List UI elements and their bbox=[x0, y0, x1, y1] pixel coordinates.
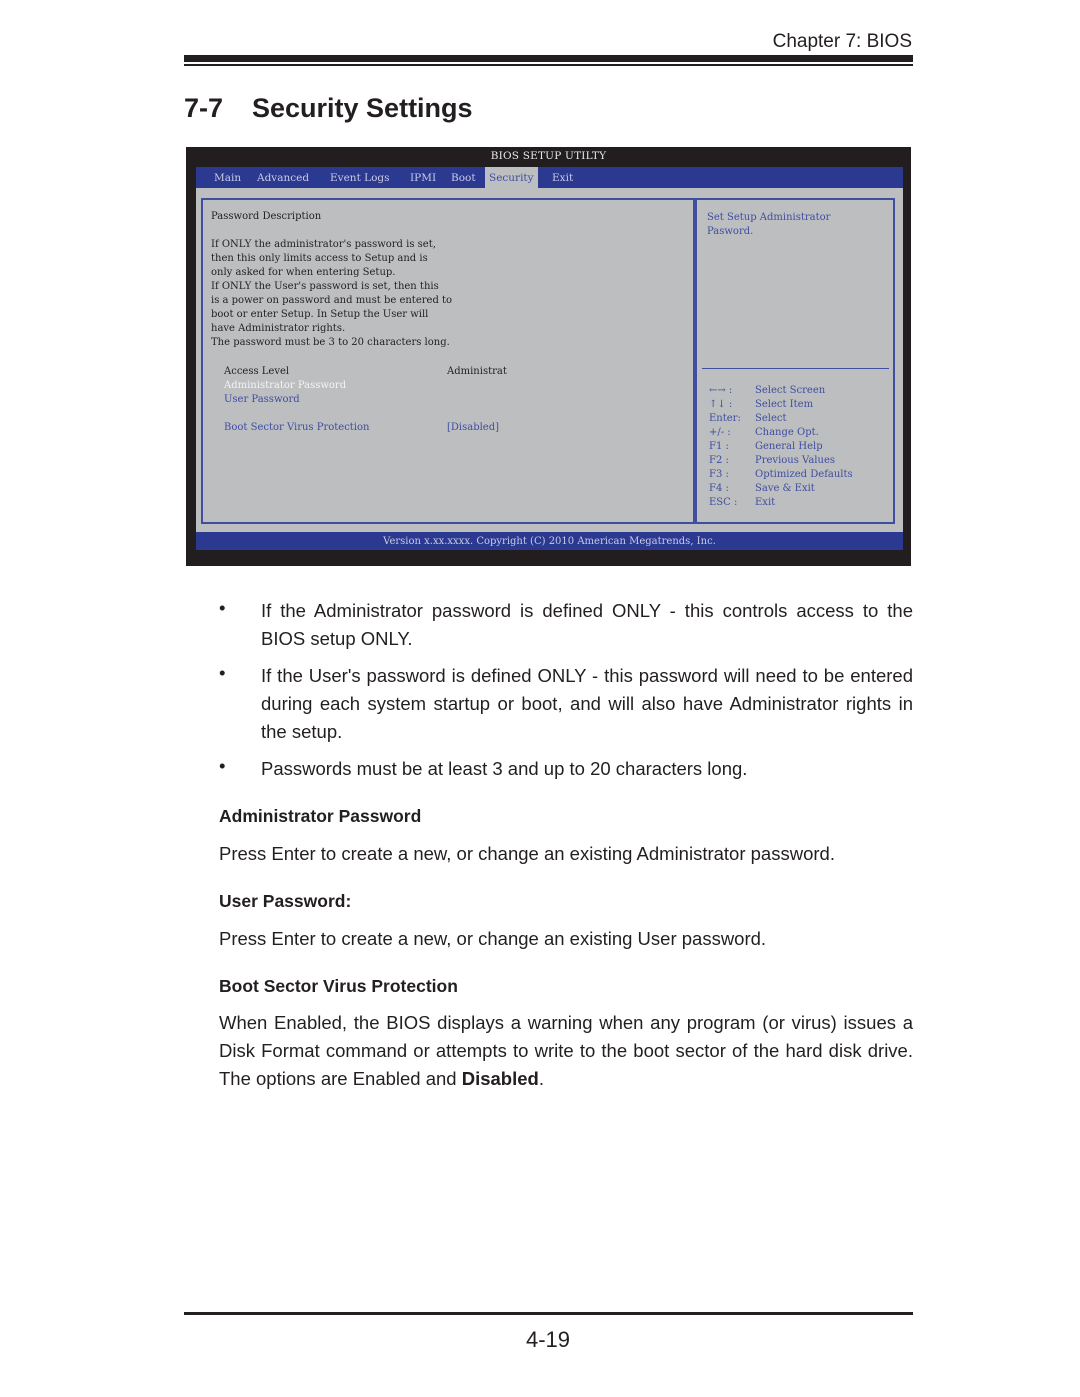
description-line: is a power on password and must be enter… bbox=[211, 295, 453, 306]
key-esc: ESC : bbox=[709, 497, 738, 508]
bullet-text: If the User's password is defined ONLY -… bbox=[261, 665, 913, 742]
page-number: 4-19 bbox=[525, 1327, 571, 1352]
key-action: Change Opt. bbox=[755, 427, 819, 438]
administrator-password-heading: Administrator Password bbox=[219, 806, 422, 826]
administrator-password-item[interactable]: Administrator Password bbox=[224, 380, 346, 391]
header-rule-thin bbox=[184, 64, 913, 66]
key-arrows-lr: ←→ : bbox=[709, 385, 733, 396]
boot-sector-text-body: When Enabled, the BIOS displays a warnin… bbox=[219, 1012, 913, 1089]
key-action: Select Item bbox=[755, 399, 814, 410]
description-line: If ONLY the administrator's password is … bbox=[211, 239, 436, 250]
key-plus-minus: +/- : bbox=[709, 427, 731, 438]
bullet-icon: • bbox=[219, 662, 226, 683]
bullet-icon: • bbox=[219, 597, 226, 618]
tab-security[interactable]: Security bbox=[485, 167, 538, 188]
key-f4: F4 : bbox=[709, 483, 729, 494]
tab-boot[interactable]: Boot bbox=[447, 167, 480, 188]
section-number: 7-7 bbox=[184, 93, 224, 123]
bios-body: Password Description If ONLY the adminis… bbox=[196, 188, 903, 532]
key-action: Select Screen bbox=[755, 385, 826, 396]
boot-sector-text-end: . bbox=[538, 1068, 544, 1089]
key-enter: Enter: bbox=[709, 413, 741, 424]
key-f2: F2 : bbox=[709, 455, 729, 466]
administrator-password-text: Press Enter to create a new, or change a… bbox=[219, 843, 835, 864]
bullet-text: Passwords must be at least 3 and up to 2… bbox=[261, 758, 748, 779]
help-pane: Set Setup Administrator Pasword. ←→ : Se… bbox=[695, 198, 895, 524]
tab-main[interactable]: Main bbox=[210, 167, 245, 188]
bullet-icon: • bbox=[219, 755, 226, 776]
access-level-label: Access Level bbox=[224, 366, 290, 377]
bios-title: BIOS SETUP UTILTY bbox=[490, 150, 607, 162]
bios-footer: Version x.xx.xxxx. Copyright (C) 2010 Am… bbox=[196, 532, 903, 550]
boot-sector-virus-protection-heading: Boot Sector Virus Protection bbox=[219, 976, 458, 996]
key-action: Save & Exit bbox=[755, 483, 815, 494]
tab-exit[interactable]: Exit bbox=[548, 167, 577, 188]
header-rule-thick bbox=[184, 55, 913, 62]
help-text-line: Set Setup Administrator bbox=[707, 212, 831, 223]
description-line: If ONLY the User's password is set, then… bbox=[211, 281, 439, 292]
key-arrows-ud: ↑↓ : bbox=[709, 399, 733, 410]
key-action: Optimized Defaults bbox=[755, 469, 853, 480]
bullet-text: If the Administrator password is defined… bbox=[261, 600, 913, 649]
boot-sector-virus-protection-value[interactable]: [Disabled] bbox=[447, 422, 499, 433]
key-f3: F3 : bbox=[709, 469, 729, 480]
tab-event-logs[interactable]: Event Logs bbox=[326, 167, 394, 188]
description-line: only asked for when entering Setup. bbox=[211, 267, 396, 278]
description-line: then this only limits access to Setup an… bbox=[211, 253, 428, 264]
footer-rule bbox=[184, 1312, 913, 1315]
user-password-text: Press Enter to create a new, or change a… bbox=[219, 928, 767, 949]
access-level-value: Administrat bbox=[447, 366, 507, 377]
key-action: Exit bbox=[755, 497, 776, 508]
bios-screen: BIOS SETUP UTILTY Main Advanced Event Lo… bbox=[186, 147, 911, 566]
password-description-heading: Password Description bbox=[211, 211, 322, 222]
boot-sector-virus-protection-item[interactable]: Boot Sector Virus Protection bbox=[224, 422, 369, 433]
section-title-text: Security Settings bbox=[252, 93, 473, 123]
tab-ipmi[interactable]: IPMI bbox=[406, 167, 440, 188]
bios-menubar: Main Advanced Event Logs IPMI Boot Secur… bbox=[196, 167, 903, 188]
chapter-label: Chapter 7: BIOS bbox=[772, 31, 912, 52]
boot-sector-virus-protection-text: When Enabled, the BIOS displays a warnin… bbox=[219, 1009, 913, 1093]
description-line: boot or enter Setup. In Setup the User w… bbox=[211, 309, 429, 320]
section-title: 7-7 Security Settings bbox=[184, 93, 473, 124]
key-f1: F1 : bbox=[709, 441, 729, 452]
user-password-item[interactable]: User Password bbox=[224, 394, 300, 405]
disabled-default-emphasis: Disabled bbox=[461, 1068, 539, 1089]
settings-pane: Password Description If ONLY the adminis… bbox=[201, 198, 695, 524]
description-line: The password must be 3 to 20 characters … bbox=[211, 337, 450, 348]
key-action: Previous Values bbox=[755, 455, 835, 466]
user-password-heading: User Password: bbox=[219, 891, 352, 911]
key-action: Select bbox=[755, 413, 787, 424]
tab-advanced[interactable]: Advanced bbox=[253, 167, 313, 188]
description-line: have Administrator rights. bbox=[211, 323, 346, 334]
help-separator bbox=[702, 368, 889, 369]
key-action: General Help bbox=[755, 441, 823, 452]
help-text-line: Pasword. bbox=[707, 226, 754, 237]
